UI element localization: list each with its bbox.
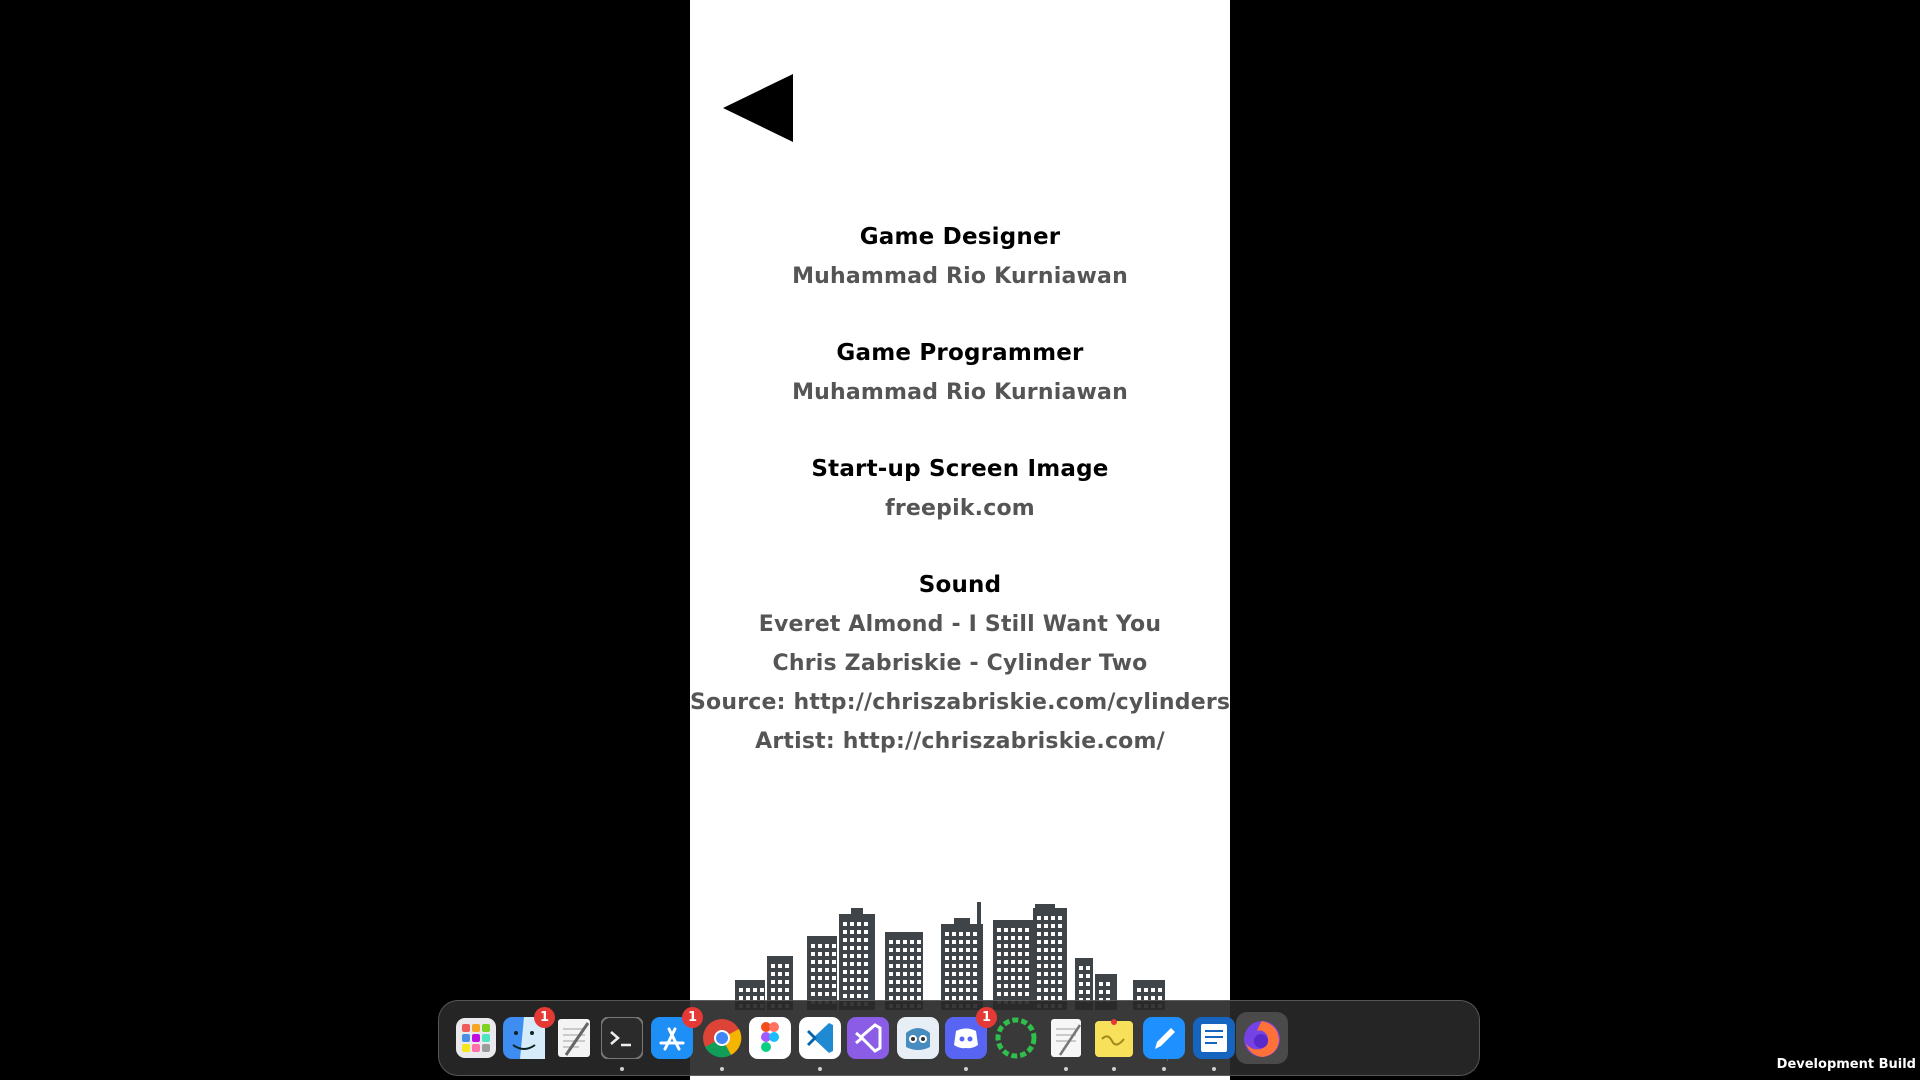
running-indicator (1212, 1067, 1216, 1071)
pencil-app-icon[interactable] (1141, 1015, 1187, 1071)
running-indicator (1064, 1067, 1068, 1071)
credit-role: Game Programmer (836, 340, 1084, 366)
chrome-icon[interactable] (699, 1015, 745, 1071)
stickies-icon[interactable] (1091, 1015, 1137, 1071)
running-indicator (1162, 1067, 1166, 1071)
discord-icon[interactable]: 1 (943, 1007, 997, 1071)
credit-block: Game Designer Muhammad Rio Kurniawan (690, 218, 1230, 296)
credit-line: Everet Almond - I Still Want You (758, 612, 1162, 637)
app-store-icon[interactable]: 1 (649, 1007, 703, 1061)
credit-line: freepik.com (885, 496, 1035, 521)
back-button[interactable] (723, 74, 793, 142)
running-indicator (818, 1067, 822, 1071)
notes-document-icon[interactable] (1043, 1015, 1089, 1071)
credit-role: Sound (918, 572, 1002, 598)
firefox-icon[interactable] (1236, 1012, 1288, 1064)
credit-line: Chris Zabriskie - Cylinder Two (772, 651, 1148, 676)
credit-role: Start-up Screen Image (811, 456, 1109, 482)
back-arrow-icon (723, 74, 793, 142)
credit-role: Game Designer (859, 224, 1061, 250)
launchpad-icon[interactable] (453, 1015, 499, 1061)
running-indicator (620, 1067, 624, 1071)
running-indicator (720, 1067, 724, 1071)
credit-line: Muhammad Rio Kurniawan (792, 380, 1128, 405)
loading-ring-app-icon[interactable] (993, 1015, 1039, 1061)
visual-studio-icon[interactable] (845, 1015, 891, 1061)
vscode-icon[interactable] (797, 1015, 843, 1071)
finder-icon[interactable]: 1 (501, 1007, 555, 1061)
credit-block: Sound Everet Almond - I Still Want You Chr… (690, 566, 1230, 761)
credit-line: Source: http://chriszabriskie.com/cylind… (690, 690, 1230, 715)
godot-icon[interactable] (895, 1015, 941, 1061)
figma-icon[interactable] (747, 1015, 793, 1061)
development-build-label: Development Build (1776, 1057, 1916, 1072)
credit-line: Muhammad Rio Kurniawan (792, 264, 1128, 289)
running-indicator (964, 1067, 968, 1071)
credits-list: Game Designer Muhammad Rio Kurniawan Game … (690, 218, 1230, 799)
document-viewer-icon[interactable] (1191, 1015, 1237, 1071)
credit-block: Game Programmer Muhammad Rio Kurniawan (690, 334, 1230, 412)
credit-block: Start-up Screen Image freepik.com (690, 450, 1230, 528)
dock: 1 1 1 (438, 1000, 1480, 1076)
running-indicator (1112, 1067, 1116, 1071)
city-skyline-image (735, 902, 1165, 1010)
game-window: Game Designer Muhammad Rio Kurniawan Game … (0, 0, 1920, 1080)
terminal-icon[interactable] (599, 1015, 645, 1071)
credit-line: Artist: http://chriszabriskie.com/ (755, 729, 1165, 754)
textedit-icon[interactable] (551, 1015, 597, 1061)
credits-panel: Game Designer Muhammad Rio Kurniawan Game … (690, 0, 1230, 1080)
